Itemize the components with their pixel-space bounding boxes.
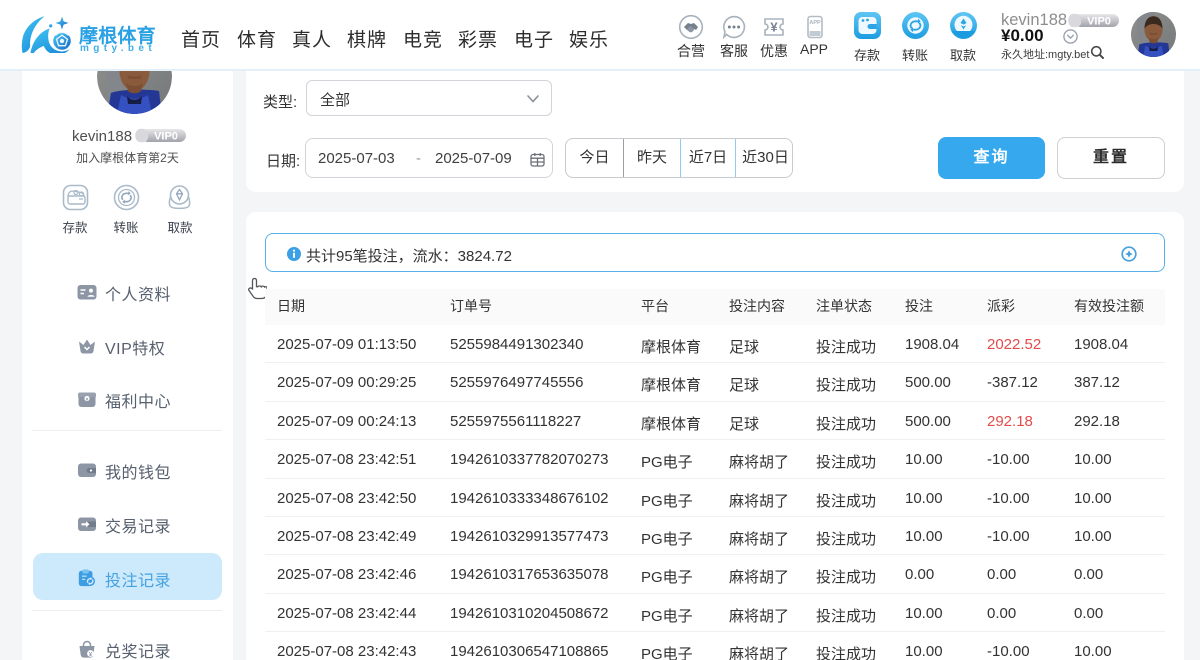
svg-text:VIP0: VIP0 (154, 131, 178, 143)
svg-text:VIP0: VIP0 (1087, 16, 1111, 28)
svg-text:APP: APP (809, 20, 821, 26)
svg-text:¥: ¥ (770, 20, 778, 35)
